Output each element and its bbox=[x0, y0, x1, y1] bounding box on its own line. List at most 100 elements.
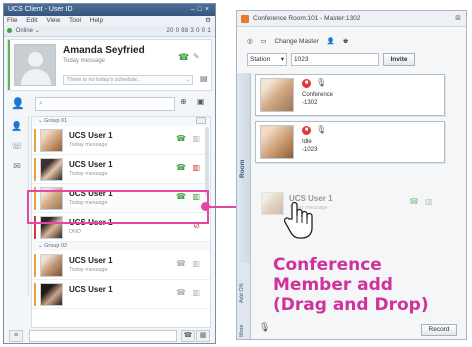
client-titlebar: UCS Client - User ID –□× bbox=[4, 4, 215, 16]
contact-row[interactable]: UCS User 1 Today message ☎ ▥ bbox=[32, 251, 210, 280]
change-master-button[interactable]: Change Master bbox=[274, 38, 318, 45]
search-input[interactable]: ⌕ bbox=[35, 97, 175, 111]
search-icon: ⌕ bbox=[39, 100, 43, 107]
status-counts: 20 0 88 3 0 0 1 bbox=[166, 28, 211, 34]
conference-member[interactable]: ■ 🎙 Idle -1023 bbox=[255, 121, 445, 163]
list-view-icon[interactable] bbox=[196, 117, 206, 124]
tab-contacts-icon[interactable]: 👤 bbox=[7, 116, 27, 136]
chevron-down-icon[interactable]: ⌄ bbox=[35, 28, 40, 34]
avatar[interactable] bbox=[14, 44, 56, 86]
phone-icon[interactable]: ☎ bbox=[176, 259, 186, 268]
stop-icon[interactable]: ■ bbox=[302, 79, 311, 88]
conference-bottom-bar: 🎙 Record bbox=[255, 319, 463, 337]
caption: Conference Member add (Drag and Drop) bbox=[273, 255, 472, 315]
phone-icon[interactable]: ☎ bbox=[176, 134, 186, 143]
conference-title: Conference Room:101 - Master:1302 bbox=[253, 15, 361, 22]
status-select[interactable]: Online bbox=[16, 28, 33, 34]
type-select[interactable]: Station ▾ bbox=[247, 53, 287, 66]
conference-member[interactable]: ■ 🎙 Conference -1302 bbox=[255, 74, 445, 116]
menu-help[interactable]: Help bbox=[90, 17, 103, 24]
add-user-icon[interactable]: ⊕ bbox=[180, 97, 187, 106]
list-icon[interactable]: ▤ bbox=[200, 74, 208, 83]
menu-tool[interactable]: Tool bbox=[69, 17, 81, 24]
person-icon[interactable]: 👤 bbox=[9, 97, 27, 111]
contact-row[interactable]: UCS User 1 Today message ☎ ▥ bbox=[32, 155, 210, 184]
contact-message: Today message bbox=[69, 171, 108, 177]
device-icon[interactable]: ▥ bbox=[192, 288, 200, 297]
phone-icon[interactable]: ☎ bbox=[176, 163, 186, 172]
device-busy-icon[interactable]: ▥ bbox=[192, 163, 200, 172]
room-tab[interactable]: Room bbox=[237, 73, 251, 263]
group-label: Group 01 bbox=[44, 118, 68, 124]
menu-edit[interactable]: Edit bbox=[26, 17, 37, 24]
record-button[interactable]: Record bbox=[421, 324, 457, 336]
contact-row[interactable]: UCS User 1 Today message ☎ ▥ bbox=[32, 126, 210, 155]
presence-bar bbox=[34, 129, 36, 152]
client-title: UCS Client - User ID bbox=[8, 6, 73, 13]
member-icon[interactable]: 👤 bbox=[327, 38, 335, 45]
device-icon[interactable]: ▥ bbox=[192, 134, 200, 143]
contact-avatar bbox=[40, 129, 63, 152]
invite-row: Station ▾ 1023 Invite bbox=[247, 53, 447, 67]
contact-name: UCS User 1 bbox=[69, 160, 113, 169]
schedule-placeholder: There is no today's schedule... bbox=[67, 77, 142, 83]
profile-message[interactable]: Today message bbox=[63, 58, 105, 64]
phone-icon[interactable]: ☎ bbox=[178, 52, 189, 63]
tab-phone-icon[interactable]: ☏ bbox=[7, 136, 27, 156]
side-tabs[interactable]: Add ON More bbox=[237, 263, 251, 339]
contact-message: Today message bbox=[69, 142, 108, 148]
type-select-value: Station bbox=[250, 56, 271, 63]
chevron-down-icon: ▾ bbox=[280, 56, 284, 63]
quick-input[interactable] bbox=[29, 330, 177, 342]
menu-file[interactable]: File bbox=[7, 17, 17, 24]
number-input[interactable]: 1023 bbox=[291, 53, 379, 66]
contact-name: UCS User 1 bbox=[69, 131, 113, 140]
close-icon[interactable]: ⊠ bbox=[455, 11, 461, 27]
group-icon[interactable]: ▣ bbox=[197, 97, 205, 106]
device-icon: ▥ bbox=[425, 197, 433, 206]
settings-icon[interactable]: ◎ bbox=[247, 38, 253, 45]
phone-icon[interactable]: ☎ bbox=[176, 288, 186, 297]
avatar-body-shape bbox=[21, 69, 51, 85]
bottom-bar: ≡ ☎ ▦ bbox=[7, 330, 212, 343]
more-tab[interactable]: More bbox=[239, 324, 245, 337]
edit-icon[interactable]: ✎ bbox=[193, 52, 200, 61]
menu-icon[interactable]: ≡ bbox=[9, 330, 23, 342]
group-label: Group 02 bbox=[44, 243, 68, 249]
caption-line-3: (Drag and Drop) bbox=[273, 295, 429, 315]
group-icon[interactable]: ♚ bbox=[343, 38, 349, 45]
device-icon[interactable]: ▥ bbox=[192, 259, 200, 268]
chevron-down-icon[interactable]: ⌄ bbox=[185, 76, 190, 84]
conference-titlebar: Conference Room:101 - Master:1302 ⊠ bbox=[237, 11, 466, 27]
mic-icon[interactable]: 🎙 bbox=[316, 125, 326, 134]
dialpad-icon[interactable]: ▦ bbox=[196, 330, 210, 342]
tab-chat-icon[interactable]: ✉ bbox=[7, 156, 27, 176]
member-number: -1023 bbox=[302, 147, 318, 153]
phone-icon[interactable]: ☎ bbox=[181, 330, 195, 342]
avatar-head-shape bbox=[28, 52, 43, 67]
contact-avatar bbox=[261, 192, 284, 215]
member-avatar bbox=[260, 78, 294, 112]
drag-source-highlight bbox=[27, 190, 209, 224]
change-master-icon[interactable]: ▭ bbox=[260, 38, 266, 45]
presence-bar bbox=[34, 283, 36, 306]
scrollbar[interactable] bbox=[205, 127, 209, 197]
contact-row[interactable]: UCS User 1 ☎ ▥ bbox=[32, 280, 210, 309]
conference-icon bbox=[241, 15, 249, 23]
group-header[interactable]: ⌄ Group 01 bbox=[32, 117, 210, 126]
menu-view[interactable]: View bbox=[46, 17, 60, 24]
invite-button[interactable]: Invite bbox=[383, 53, 415, 66]
gear-icon[interactable]: ⚙ bbox=[205, 16, 211, 26]
presence-bar bbox=[34, 158, 36, 181]
menu-bar: File Edit View Tool Help ⚙ bbox=[4, 16, 215, 26]
window-controls[interactable]: –□× bbox=[191, 4, 212, 16]
online-dot-icon bbox=[7, 27, 12, 33]
phone-icon: ☎ bbox=[409, 197, 419, 206]
mic-icon[interactable]: 🎙 bbox=[316, 78, 326, 87]
contact-avatar bbox=[40, 283, 63, 306]
schedule-field[interactable]: There is no today's schedule... ⌄ bbox=[63, 75, 193, 85]
add-on-tab[interactable]: Add ON bbox=[239, 283, 245, 303]
mic-icon[interactable]: 🎙 bbox=[259, 322, 270, 333]
stop-icon[interactable]: ■ bbox=[302, 126, 311, 135]
group-header[interactable]: ⌄ Group 02 bbox=[32, 242, 210, 251]
